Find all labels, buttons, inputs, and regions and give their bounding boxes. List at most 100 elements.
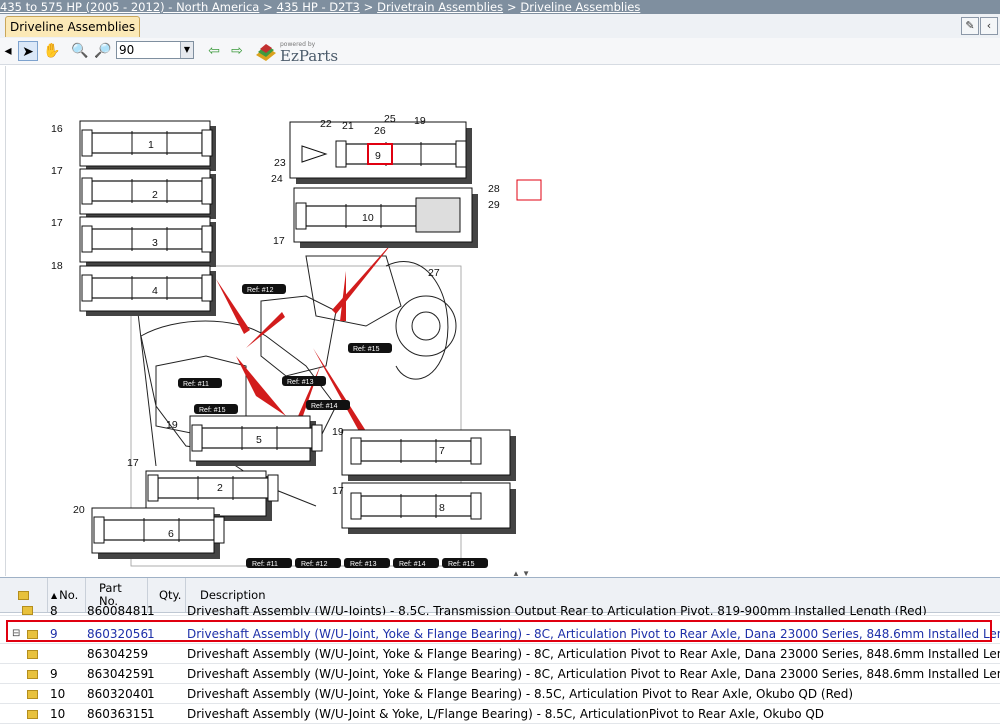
table-row[interactable]: 9 86304259 1 Driveshaft Assembly (W/U-Jo… xyxy=(0,664,1000,684)
callout-number[interactable]: 5 xyxy=(256,434,262,446)
ref-label: Ref: #15 xyxy=(199,407,226,414)
chevron-down-icon[interactable]: ▼ xyxy=(180,42,193,58)
row-folder-icon xyxy=(27,644,38,663)
folder-icon xyxy=(18,590,29,600)
callout-number[interactable]: 17 xyxy=(127,457,139,469)
callout-number[interactable]: 1 xyxy=(148,139,154,151)
back-arrow-icon[interactable]: ⇦ xyxy=(204,41,224,61)
footer-ref-label: Ref: #14 xyxy=(399,561,426,568)
breadcrumb-link-series[interactable]: 435 to 575 HP (2005 - 2012) - North Amer… xyxy=(0,0,259,14)
callout-number[interactable]: 7 xyxy=(439,445,445,457)
row-folder-icon xyxy=(27,704,38,723)
qty-column-label: Qty. xyxy=(159,588,182,602)
ref-label: Ref: #12 xyxy=(247,287,274,294)
row-part-no: 86036315 xyxy=(87,707,149,721)
callout-number[interactable]: 22 xyxy=(320,118,332,130)
row-qty: 1 xyxy=(147,667,155,681)
callout-number[interactable]: 17 xyxy=(51,165,63,177)
row-qty: 1 xyxy=(147,707,155,721)
row-part-no: 86304259 xyxy=(87,647,149,661)
ref-label: Ref: #11 xyxy=(183,381,209,388)
part-no-column-label: Part No. xyxy=(99,581,122,608)
row-description: Driveshaft Assembly (W/U-Joint, Yoke & F… xyxy=(187,667,1000,681)
breadcrumb-link-drivetrain[interactable]: Drivetrain Assemblies xyxy=(377,0,503,14)
table-row[interactable]: 8 86008481 1 Driveshaft Assembly (W/U-Jo… xyxy=(0,606,1000,616)
callout-number[interactable]: 19 xyxy=(332,426,344,438)
callout-number[interactable]: 16 xyxy=(51,123,63,135)
callout-number[interactable]: 2 xyxy=(217,482,223,494)
shaft-boxes xyxy=(79,120,516,559)
callout-number[interactable]: 10 xyxy=(362,212,374,224)
callout-number[interactable]: 19 xyxy=(166,419,178,431)
viewer-toolbar: ◂ ➤ ✋ 🔍 🔎 ▼ ⇦ ⇨ powered by EzParts xyxy=(0,38,1000,65)
callout-number[interactable]: 17 xyxy=(273,235,285,247)
row-folder-icon xyxy=(22,606,33,615)
breadcrumb-link-model[interactable]: 435 HP - D2T3 xyxy=(277,0,360,14)
breadcrumb-link-driveline[interactable]: Driveline Assemblies xyxy=(520,0,640,14)
selected-row-highlight xyxy=(6,620,992,642)
callout-number[interactable]: 18 xyxy=(51,260,63,272)
ref-label: Ref: #14 xyxy=(311,403,338,410)
row-folder-icon xyxy=(27,664,38,683)
collapse-left-icon[interactable]: ‹ xyxy=(980,17,998,35)
callout-number[interactable]: 6 xyxy=(168,528,174,540)
parts-grid: ▲ No. Part No. Qty. Description 8 8600848… xyxy=(0,577,1000,724)
tab-driveline-assemblies[interactable]: Driveline Assemblies xyxy=(5,16,141,37)
row-folder-icon xyxy=(27,684,38,703)
callout-number[interactable]: 8 xyxy=(439,502,445,514)
footer-ref-label: Ref: #11 xyxy=(252,561,278,568)
row-no: 9 xyxy=(50,667,58,681)
description-column-label: Description xyxy=(200,588,266,602)
row-part-no: 86304259 xyxy=(87,667,149,681)
row-qty: 1 xyxy=(147,606,155,616)
callout-number[interactable]: 26 xyxy=(374,125,386,137)
row-no: 10 xyxy=(50,687,66,701)
zoom-in-icon[interactable]: 🔍 xyxy=(70,41,90,61)
zoom-input[interactable] xyxy=(117,42,181,58)
row-part-no: 86032040 xyxy=(87,687,149,701)
splitter-grip-icon[interactable]: ▲ ▼ xyxy=(512,569,530,576)
callout-number[interactable]: 25 xyxy=(384,113,396,125)
hotspot-marker[interactable] xyxy=(516,179,542,201)
callout-number[interactable]: 3 xyxy=(152,237,158,249)
driveline-diagram: Ref: #12 Ref: #11 Ref: #15 Ref: #13 Ref:… xyxy=(51,113,542,576)
zoom-combobox[interactable]: ▼ xyxy=(116,41,194,59)
callout-number[interactable]: 4 xyxy=(152,285,158,297)
callout-number[interactable]: 17 xyxy=(332,485,344,497)
pan-hand-icon[interactable]: ✋ xyxy=(42,41,62,61)
breadcrumb-separator: > xyxy=(506,0,517,14)
table-row[interactable]: 10 86036315 1 Driveshaft Assembly (W/U-J… xyxy=(0,704,1000,724)
callout-number[interactable]: 9 xyxy=(375,150,381,162)
pin-icon[interactable]: ✎ xyxy=(961,17,979,35)
breadcrumb-separator: > xyxy=(363,0,374,14)
forward-arrow-icon[interactable]: ⇨ xyxy=(227,41,247,61)
pointer-tool-icon[interactable]: ➤ xyxy=(18,41,38,61)
scroll-left-icon[interactable]: ◂ xyxy=(4,41,12,61)
callout-number[interactable]: 27 xyxy=(428,267,440,279)
callout-number[interactable]: 29 xyxy=(488,199,500,211)
tab-strip: Driveline Assemblies ✎ ‹ xyxy=(0,14,1000,39)
table-row[interactable]: 10 86032040 1 Driveshaft Assembly (W/U-J… xyxy=(0,684,1000,704)
ref-label: Ref: #15 xyxy=(353,346,380,353)
row-qty: 1 xyxy=(147,687,155,701)
callout-number[interactable]: 21 xyxy=(342,120,354,132)
callout-number[interactable]: 17 xyxy=(51,217,63,229)
row-description: Driveshaft Assembly (W/U-Joint & Yoke, L… xyxy=(187,707,825,721)
callout-number[interactable]: 24 xyxy=(271,173,283,185)
zoom-out-icon[interactable]: 🔎 xyxy=(93,41,113,61)
row-description: Driveshaft Assembly (W/U-Joints) - 8.5C,… xyxy=(187,606,927,616)
sort-up-icon: ▲ xyxy=(51,590,58,600)
callout-number[interactable]: 2 xyxy=(152,189,158,201)
callout-number[interactable]: 23 xyxy=(274,157,286,169)
callout-number[interactable]: 19 xyxy=(414,115,426,127)
callout-number[interactable]: 20 xyxy=(73,504,85,516)
table-row[interactable]: 86304259 Driveshaft Assembly (W/U-Joint,… xyxy=(0,644,1000,664)
callout-number[interactable]: 28 xyxy=(488,183,500,195)
parts-diagram-viewer[interactable]: Ref: #12 Ref: #11 Ref: #15 Ref: #13 Ref:… xyxy=(6,66,1000,576)
breadcrumb-separator: > xyxy=(263,0,273,14)
row-part-no: 86008481 xyxy=(87,606,149,616)
ref-label: Ref: #13 xyxy=(287,379,314,386)
footer-ref-label: Ref: #15 xyxy=(448,561,475,568)
row-no: 10 xyxy=(50,707,66,721)
breadcrumb: 435 to 575 HP (2005 - 2012) - North Amer… xyxy=(0,0,1000,14)
